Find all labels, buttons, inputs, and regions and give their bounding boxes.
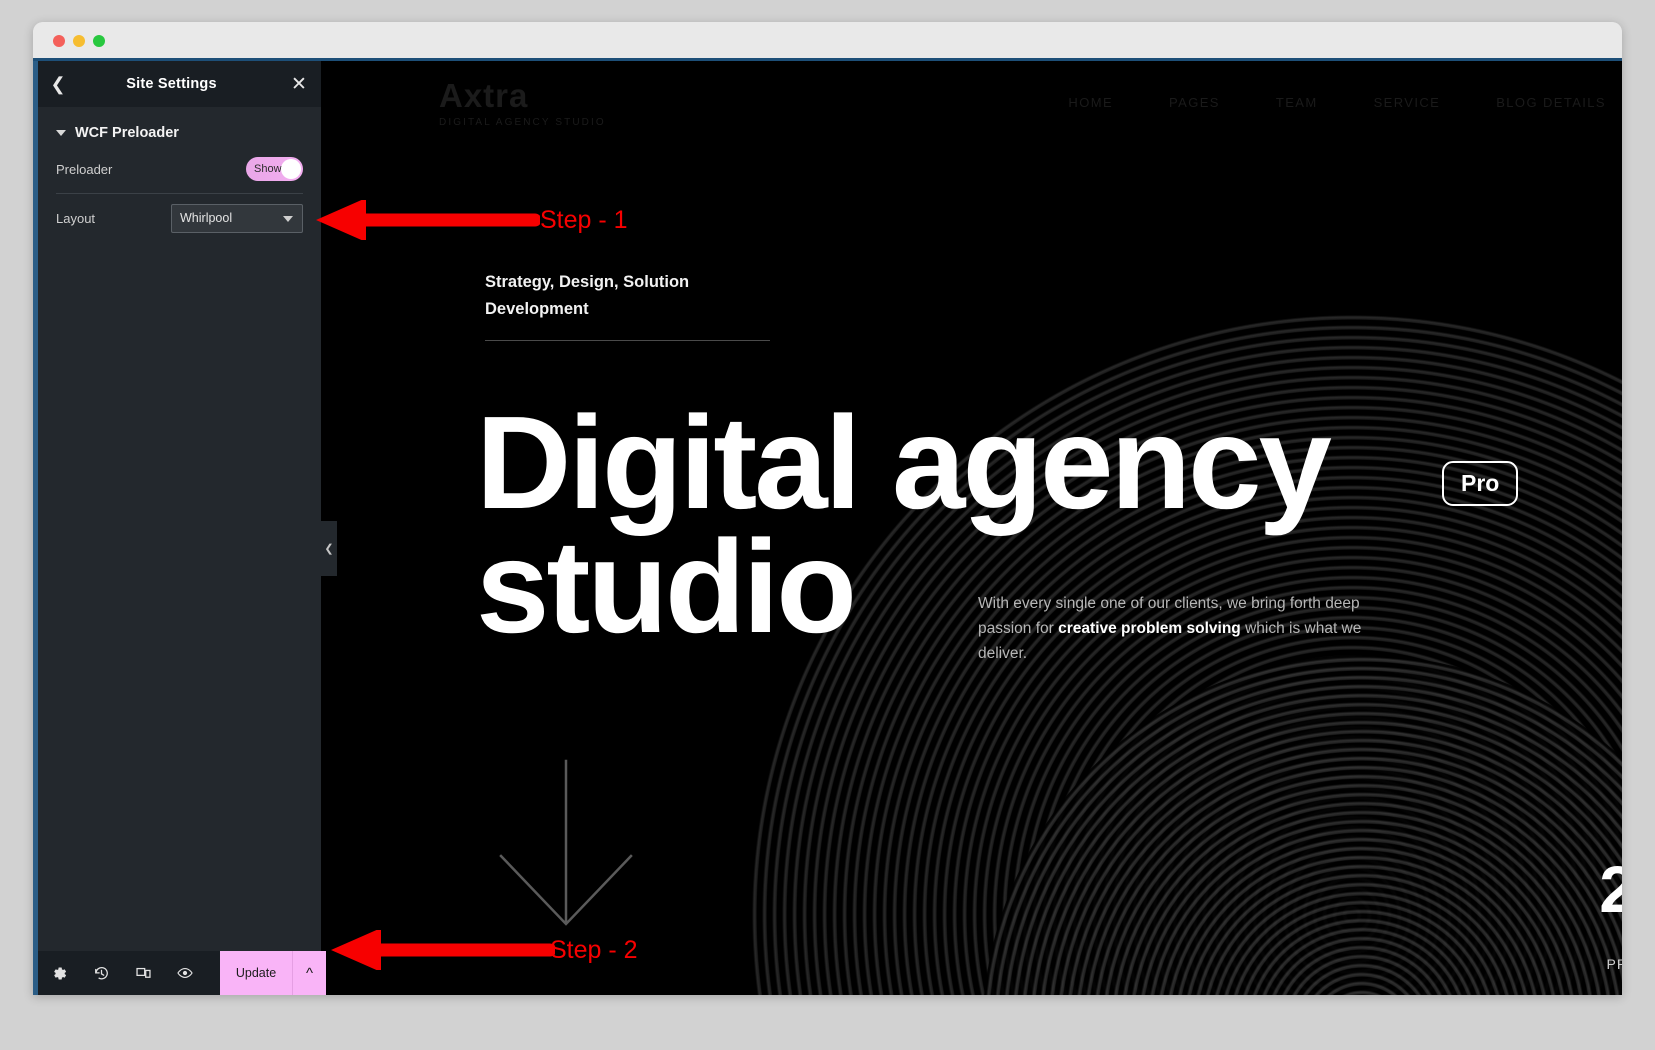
- preloader-toggle-label: Show: [254, 163, 282, 175]
- window-minimize-button[interactable]: [73, 35, 85, 47]
- preloader-toggle[interactable]: Show: [246, 157, 303, 181]
- nav-item-blog-details[interactable]: BLOG DETAILS: [1496, 95, 1606, 110]
- section-wcf-preloader[interactable]: WCF Preloader: [38, 107, 321, 145]
- site-header: Axtra DIGITAL AGENCY STUDIO HOME PAGES T…: [321, 61, 1622, 145]
- window-close-button[interactable]: [53, 35, 65, 47]
- control-row-layout: Layout Whirlpool: [38, 194, 321, 242]
- layout-select-value: Whirlpool: [180, 211, 233, 225]
- toggle-knob: [281, 159, 301, 179]
- window-titlebar: [33, 22, 1622, 58]
- hero-paragraph-emphasis: creative problem solving: [1058, 620, 1241, 638]
- site-logo[interactable]: Axtra DIGITAL AGENCY STUDIO: [439, 79, 606, 128]
- eye-icon[interactable]: [164, 964, 206, 982]
- layout-select[interactable]: Whirlpool: [171, 203, 303, 233]
- step-1-label: Step - 1: [540, 206, 628, 234]
- footer-icon-group: [38, 964, 220, 982]
- panel-title: Site Settings: [126, 76, 217, 92]
- step-2-label: Step - 2: [550, 936, 638, 964]
- panel-collapse-handle[interactable]: ❮: [321, 521, 337, 576]
- devices-icon[interactable]: [122, 965, 164, 982]
- site-nav: HOME PAGES TEAM SERVICE BLOG DETAILS: [1068, 95, 1606, 110]
- nav-item-team[interactable]: TEAM: [1276, 95, 1318, 110]
- customizer-viewport: Axtra DIGITAL AGENCY STUDIO HOME PAGES T…: [33, 58, 1622, 995]
- step-2-arrow: [331, 930, 555, 970]
- nav-item-service[interactable]: SERVICE: [1374, 95, 1441, 110]
- logo-wordmark: Axtra: [439, 76, 529, 114]
- chevron-down-icon: [283, 215, 293, 222]
- nav-item-pages[interactable]: PAGES: [1169, 95, 1220, 110]
- hero-paragraph: With every single one of our clients, we…: [978, 591, 1378, 666]
- hero-divider: [485, 340, 770, 341]
- preloader-label: Preloader: [56, 161, 113, 177]
- nav-item-home[interactable]: HOME: [1068, 95, 1113, 110]
- chevron-up-icon[interactable]: ^: [293, 965, 326, 982]
- close-icon[interactable]: ✕: [277, 73, 321, 96]
- customizer-panel: ❮ Site Settings ✕ WCF Preloader Preloade…: [33, 61, 326, 995]
- control-row-preloader: Preloader Show: [38, 145, 321, 193]
- arrow-down-icon: [481, 756, 651, 956]
- hero-side-number: 2: [1599, 852, 1622, 926]
- pro-badge: Pro: [1442, 461, 1519, 506]
- history-icon[interactable]: [80, 965, 122, 982]
- panel-header: ❮ Site Settings ✕: [38, 61, 321, 107]
- hero-eyebrow: Strategy, Design, Solution Development: [485, 273, 690, 319]
- section-title-label: WCF Preloader: [75, 125, 179, 141]
- step-1-arrow: [316, 200, 540, 240]
- logo-tagline: DIGITAL AGENCY STUDIO: [439, 116, 606, 128]
- window-maximize-button[interactable]: [93, 35, 105, 47]
- panel-body: WCF Preloader Preloader Show Layout Whir…: [38, 107, 321, 995]
- update-group: Update ^: [220, 951, 326, 995]
- hero-side-label: PR: [1606, 956, 1622, 972]
- panel-footer-toolbar: Update ^: [38, 951, 326, 995]
- caret-down-icon: [56, 130, 66, 136]
- update-button[interactable]: Update: [220, 966, 292, 980]
- gear-icon[interactable]: [38, 965, 80, 982]
- layout-label: Layout: [56, 210, 96, 226]
- browser-window: Axtra DIGITAL AGENCY STUDIO HOME PAGES T…: [33, 22, 1622, 995]
